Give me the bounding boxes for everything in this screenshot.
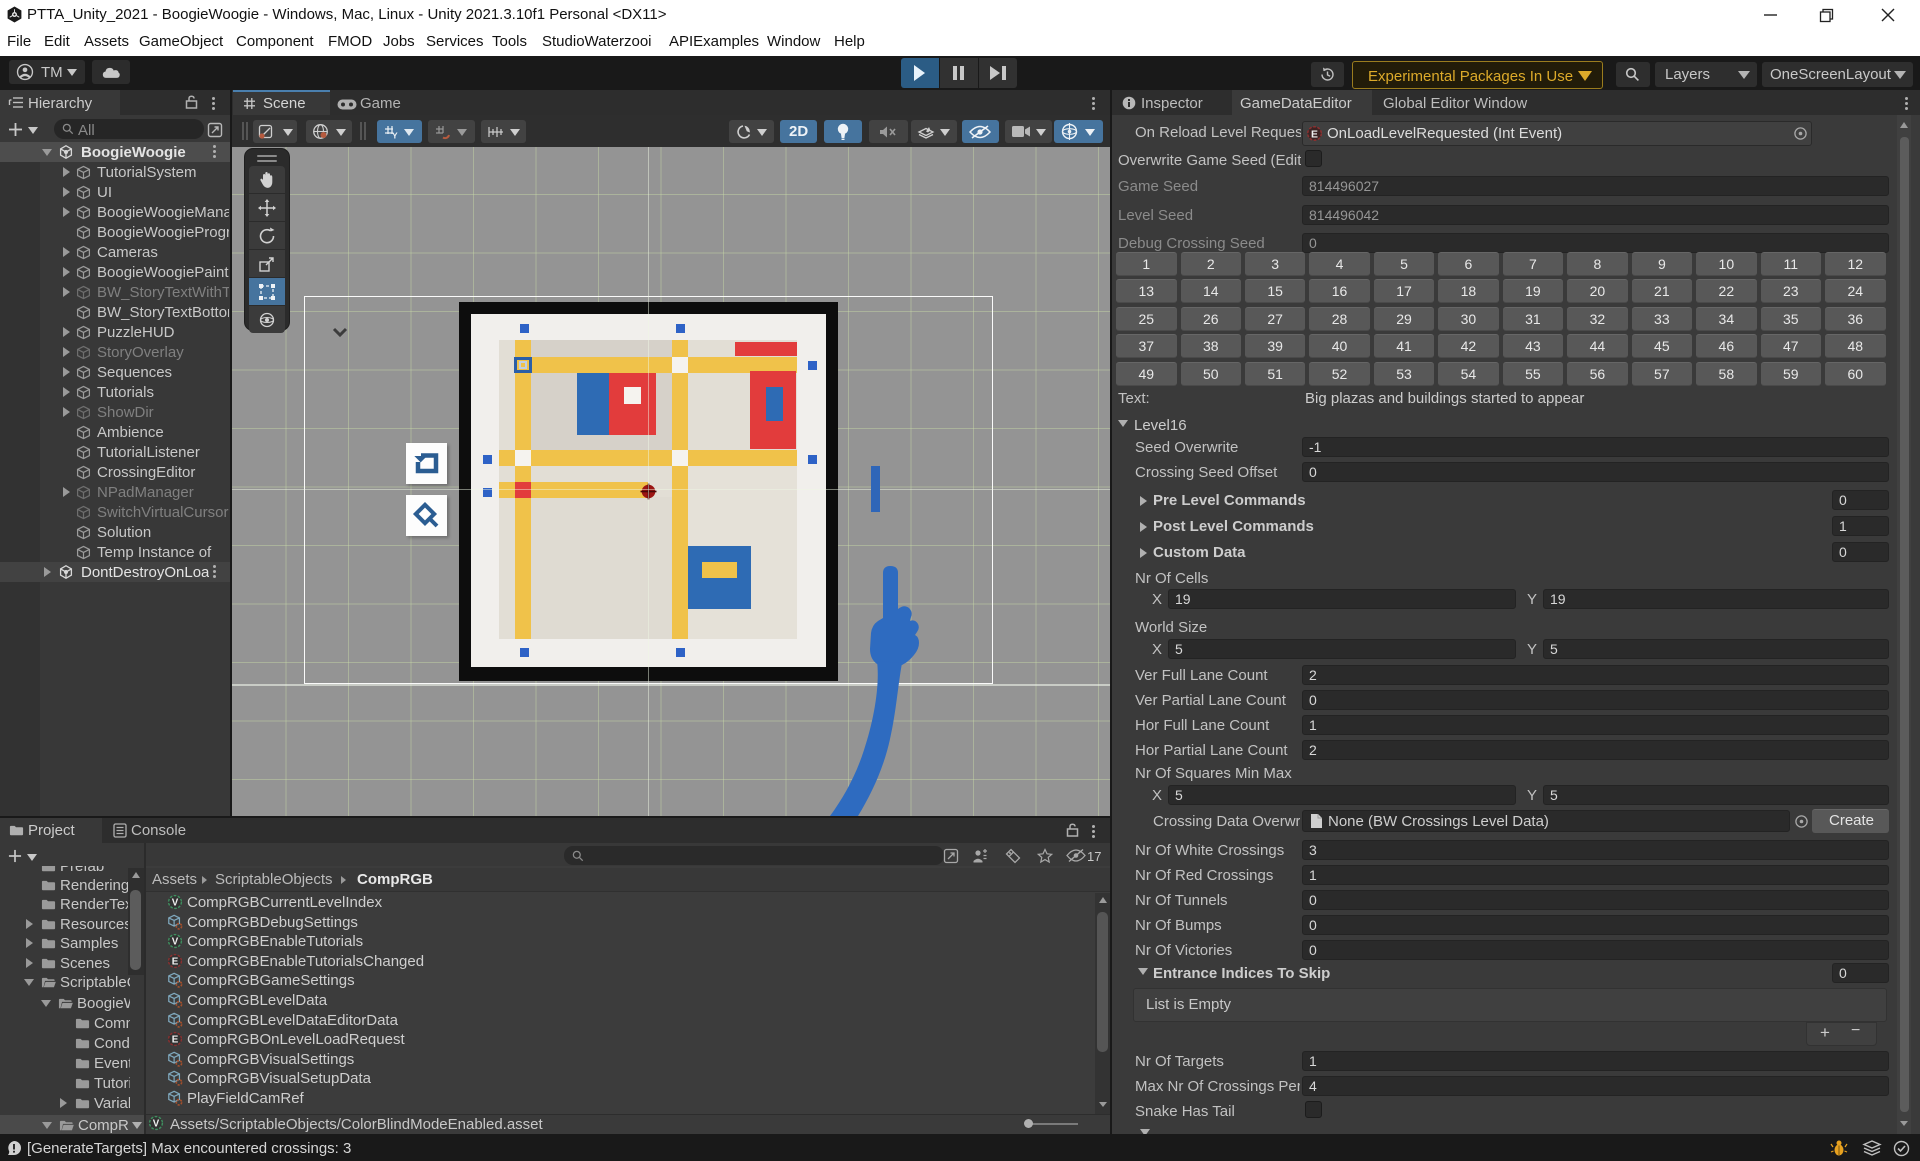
svg-text:V: V [172,937,179,948]
svg-text:V: V [172,898,179,909]
svg-text:Y: Y [392,131,398,141]
svg-text:E: E [172,956,179,967]
svg-text:E: E [172,1035,179,1046]
svg-text:V: V [153,1119,160,1130]
svg-text:E: E [1311,129,1318,140]
